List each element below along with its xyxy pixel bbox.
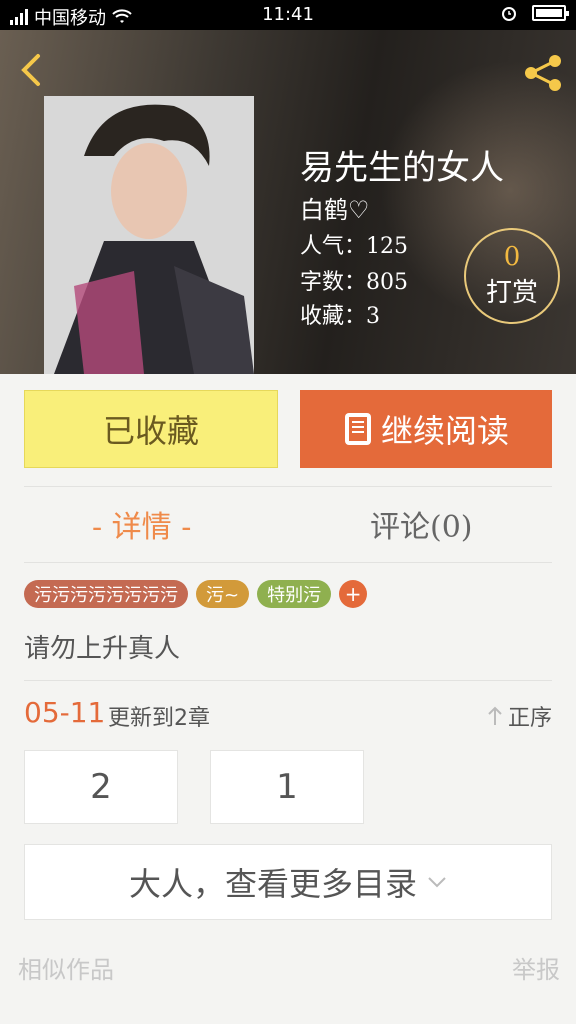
more-catalog-button[interactable]: 大人，查看更多目录 [24,844,552,920]
tab-comments[interactable]: 评论(0) [370,502,473,546]
sort-order-label: 正序 [507,706,552,731]
book-author: 白鹤♡ [300,196,370,224]
battery-icon [532,5,569,21]
clock: 11:41 [262,4,314,25]
tag[interactable]: 特别污 [257,580,332,608]
chapter-item[interactable]: 1 [210,750,364,824]
chevron-down-icon [428,877,446,888]
continue-reading-button[interactable]: 继续阅读 [300,390,552,468]
tag-list: 污污污污污污污污 污~ 特别污 + [24,580,368,608]
collected-button[interactable]: 已收藏 [24,390,278,468]
tab-detail[interactable]: - 详情 - [92,502,191,546]
similar-works-heading: 相似作品 [18,956,114,984]
book-title: 易先生的女人 [300,148,504,188]
reward-count: 0 [503,242,521,272]
sort-order-button[interactable]: 正序 [486,700,552,732]
book-description: 请勿上升真人 [24,634,181,664]
reward-button[interactable]: 0 打赏 [464,228,560,324]
favorites-stat: 收藏：3 [300,304,381,329]
status-bar: 中国移动 11:41 [0,0,576,30]
book-header: 易先生的女人 白鹤♡ 人气：125 字数：805 收藏：3 0 打赏 [0,30,576,374]
update-text: 更新到2章 [108,706,210,731]
update-date: 05-11 [24,696,106,729]
book-icon [344,413,371,445]
continue-reading-label: 继续阅读 [380,412,509,450]
reward-label: 打赏 [485,278,538,308]
word-count-stat: 字数：805 [300,270,409,295]
share-icon[interactable] [522,52,564,94]
arrow-up-icon [488,706,502,725]
tag[interactable]: 污污污污污污污污 [24,580,188,608]
tag[interactable]: 污~ [196,580,250,608]
add-tag-button[interactable]: + [339,580,368,608]
popularity-stat: 人气：125 [300,234,409,259]
report-link[interactable]: 举报 [512,950,560,985]
divider [24,486,552,487]
back-icon[interactable] [14,52,50,88]
more-catalog-label: 大人，查看更多目录 [128,865,417,903]
cover-image [44,96,254,374]
alarm-icon [502,7,516,21]
divider [24,562,552,563]
divider [24,680,552,681]
book-cover[interactable] [44,96,254,374]
chapter-item[interactable]: 2 [24,750,178,824]
status-right [500,4,569,22]
